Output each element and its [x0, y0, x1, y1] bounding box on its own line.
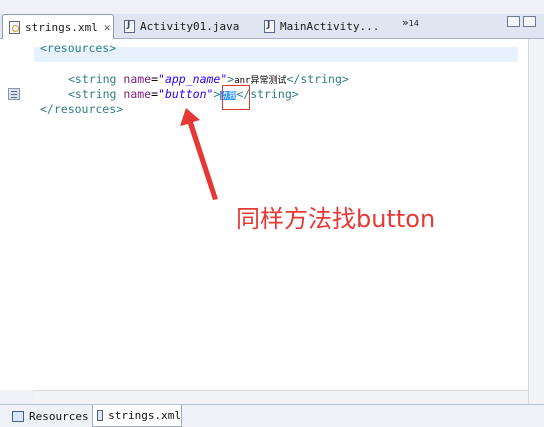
tab-label: strings.xml: [108, 409, 181, 422]
resources-icon: [12, 410, 24, 422]
tab-label: Resources: [29, 409, 89, 423]
tab-resources[interactable]: Resources: [8, 405, 90, 427]
ide-window: strings.xml ✕ Activity01.java MainActivi…: [0, 0, 544, 427]
tab-strings-xml-source[interactable]: strings.xml: [92, 405, 182, 427]
editor-page-tabs: Resources strings.xml: [0, 404, 544, 427]
annotation-text: 同样方法找button: [236, 205, 436, 233]
vertical-scrollbar[interactable]: [528, 39, 544, 404]
horizontal-scrollbar[interactable]: [34, 390, 528, 405]
xml-file-icon: [97, 410, 104, 421]
